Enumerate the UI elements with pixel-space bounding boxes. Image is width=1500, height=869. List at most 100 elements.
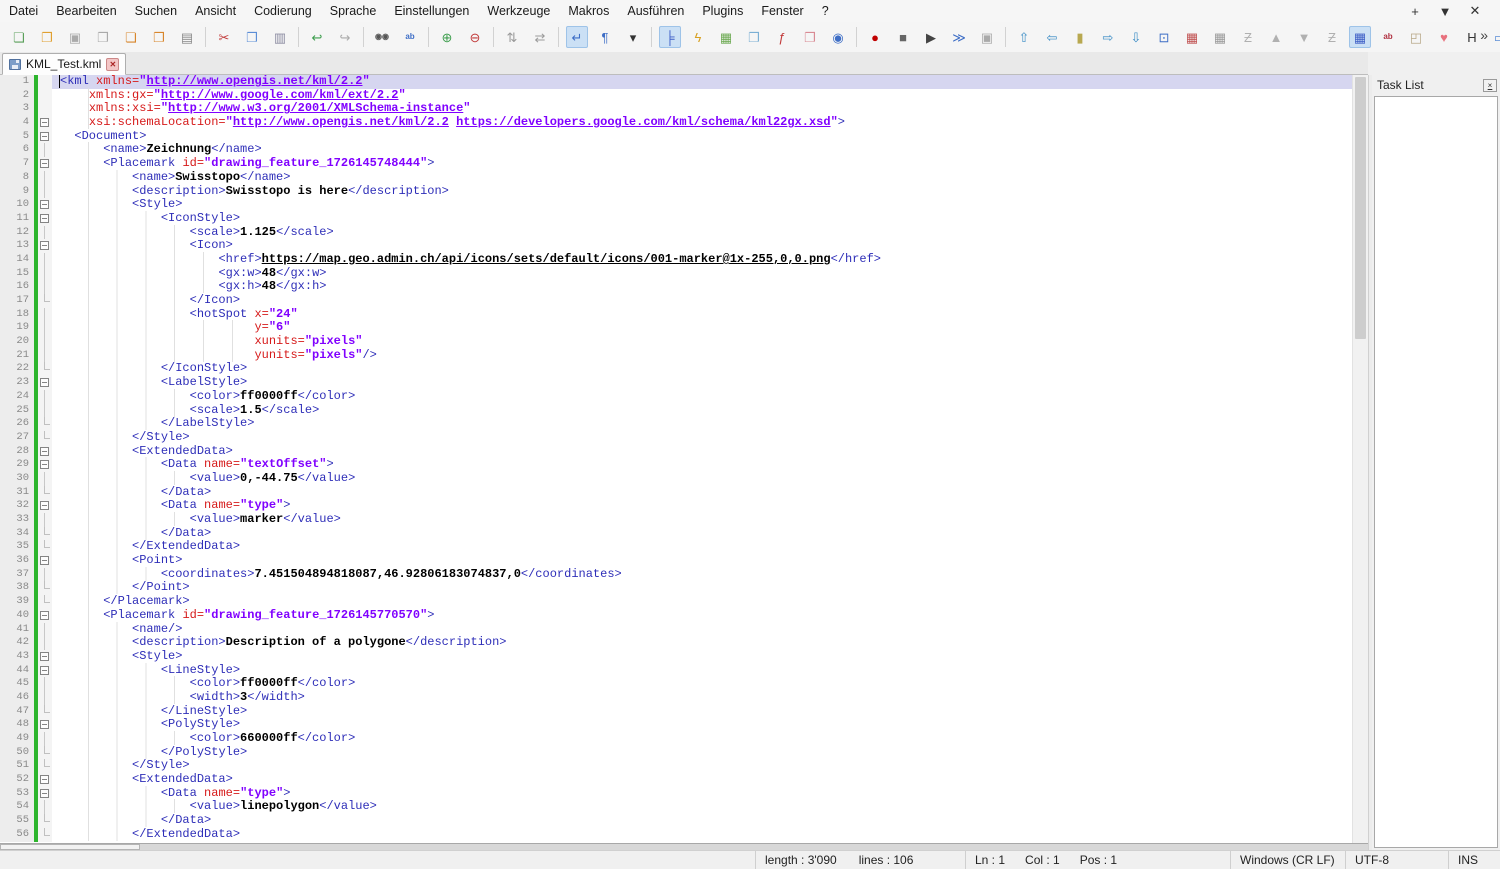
code-line[interactable]: 5 <Document>	[0, 130, 1352, 144]
zoom-out-icon[interactable]: ⊖	[464, 26, 486, 48]
fold-collapse-icon[interactable]	[38, 130, 52, 144]
code-line[interactable]: 19 y="6"	[0, 321, 1352, 335]
menu-werkzeuge[interactable]: Werkzeuge	[478, 1, 559, 21]
code-line[interactable]: 22 </IconStyle>	[0, 362, 1352, 376]
code-line[interactable]: 52 <ExtendedData>	[0, 773, 1352, 787]
code-line[interactable]: 37 <coordinates>7.451504894818087,46.928…	[0, 568, 1352, 582]
code-line[interactable]: 7 <Placemark id="drawing_feature_1726145…	[0, 157, 1352, 171]
fold-collapse-icon[interactable]	[38, 198, 52, 212]
code-line[interactable]: 9 <description>Swisstopo is here</descri…	[0, 185, 1352, 199]
replace-icon[interactable]: ab	[399, 26, 421, 48]
code-line[interactable]: 15 <gx:w>48</gx:w>	[0, 267, 1352, 281]
new-file-icon[interactable]: ❏	[8, 26, 30, 48]
code-line[interactable]: 10 <Style>	[0, 198, 1352, 212]
menu-fenster[interactable]: Fenster	[752, 1, 812, 21]
nav-forward-icon[interactable]: ⇨	[1097, 26, 1119, 48]
add-tab-button[interactable]: +	[1400, 4, 1430, 19]
code-line[interactable]: 11 <IconStyle>	[0, 212, 1352, 226]
fold-collapse-icon[interactable]	[38, 609, 52, 623]
code-line[interactable]: 1<kml xmlns="http://www.opengis.net/kml/…	[0, 75, 1352, 89]
code-line[interactable]: 13 <Icon>	[0, 239, 1352, 253]
book-icon[interactable]: ▮	[1069, 26, 1091, 48]
csv-lint-icon[interactable]: ▦	[1349, 26, 1371, 48]
menu-plugins[interactable]: Plugins	[693, 1, 752, 21]
document-list-icon[interactable]: ❐	[743, 26, 765, 48]
fold-collapse-icon[interactable]	[38, 157, 52, 171]
menu-einstellungen[interactable]: Einstellungen	[385, 1, 478, 21]
save-icon[interactable]: ▣	[64, 26, 86, 48]
zoom-in-icon[interactable]: ⊕	[436, 26, 458, 48]
triangle-down-icon[interactable]: ▼	[1293, 26, 1315, 48]
indent-guide-icon[interactable]: ╞	[659, 26, 681, 48]
code-line[interactable]: 51 </Style>	[0, 759, 1352, 773]
code-line[interactable]: 42 <description>Description of a polygon…	[0, 636, 1352, 650]
menu-bearbeiten[interactable]: Bearbeiten	[47, 1, 125, 21]
code-line[interactable]: 39 </Placemark>	[0, 595, 1352, 609]
paste-icon[interactable]: ▥	[269, 26, 291, 48]
stop-macro-icon[interactable]: ■	[892, 26, 914, 48]
image-icon[interactable]: ▭	[1489, 26, 1500, 48]
redo-icon[interactable]: ↪	[334, 26, 356, 48]
code-line[interactable]: 50 </PolyStyle>	[0, 746, 1352, 760]
code-line[interactable]: 17 </Icon>	[0, 294, 1352, 308]
monitoring-eye-icon[interactable]: ◉	[827, 26, 849, 48]
fold-collapse-icon[interactable]	[38, 787, 52, 801]
panel-close-icon[interactable]: ×	[1483, 79, 1497, 92]
code-line[interactable]: 46 <width>3</width>	[0, 691, 1352, 705]
code-line[interactable]: 30 <value>0,-44.75</value>	[0, 472, 1352, 486]
play-macro-icon[interactable]: ▶	[920, 26, 942, 48]
task-list-content[interactable]	[1374, 96, 1498, 848]
window-preview-icon[interactable]: ◰	[1405, 26, 1427, 48]
code-line[interactable]: 56 </ExtendedData>	[0, 828, 1352, 842]
code-line[interactable]: 32 <Data name="type">	[0, 499, 1352, 513]
function-list-icon[interactable]: ƒ	[771, 26, 793, 48]
code-line[interactable]: 40 <Placemark id="drawing_feature_172614…	[0, 609, 1352, 623]
tab-kml-test[interactable]: KML_Test.kml ✕	[2, 53, 126, 75]
color-table-icon[interactable]: ▦	[1181, 26, 1203, 48]
code-line[interactable]: 31 </Data>	[0, 486, 1352, 500]
code-line[interactable]: 55 </Data>	[0, 814, 1352, 828]
word-wrap-icon[interactable]: ↵	[566, 26, 588, 48]
toolbar-overflow-chevron-icon[interactable]: »	[1480, 27, 1488, 43]
sync-vertical-scroll-icon[interactable]: ⇅	[501, 26, 523, 48]
heart-icon[interactable]: ♥	[1433, 26, 1455, 48]
copy-icon[interactable]: ❐	[241, 26, 263, 48]
code-line[interactable]: 23 <LabelStyle>	[0, 376, 1352, 390]
save-macro-icon[interactable]: ▣	[976, 26, 998, 48]
tab-close-icon[interactable]: ✕	[106, 58, 119, 71]
code-line[interactable]: 25 <scale>1.5</scale>	[0, 404, 1352, 418]
code-line[interactable]: 21 yunits="pixels"/>	[0, 349, 1352, 363]
code-line[interactable]: 28 <ExtendedData>	[0, 445, 1352, 459]
open-file-icon[interactable]: ❐	[36, 26, 58, 48]
code-line[interactable]: 16 <gx:h>48</gx:h>	[0, 280, 1352, 294]
code-line[interactable]: 4 xsi:schemaLocation="http://www.opengis…	[0, 116, 1352, 130]
menu-suchen[interactable]: Suchen	[126, 1, 186, 21]
menu-?[interactable]: ?	[813, 1, 838, 21]
menu-ausfhren[interactable]: Ausführen	[618, 1, 693, 21]
menu-ansicht[interactable]: Ansicht	[186, 1, 245, 21]
code-line[interactable]: 18 <hotSpot x="24"	[0, 308, 1352, 322]
code-line[interactable]: 49 <color>660000ff</color>	[0, 732, 1352, 746]
close-all-icon[interactable]: ❐	[148, 26, 170, 48]
cut-icon[interactable]: ✂	[213, 26, 235, 48]
code-line[interactable]: 44 <LineStyle>	[0, 664, 1352, 678]
expand-fold-icon[interactable]: Ƶ	[1321, 26, 1343, 48]
code-line[interactable]: 14 <href>https://map.geo.admin.ch/api/ic…	[0, 253, 1352, 267]
code-line[interactable]: 34 </Data>	[0, 527, 1352, 541]
code-area[interactable]: 1<kml xmlns="http://www.opengis.net/kml/…	[0, 75, 1352, 843]
fold-collapse-icon[interactable]	[38, 554, 52, 568]
vertical-scrollbar[interactable]	[1352, 75, 1368, 843]
user-defined-language-icon[interactable]: ϟ	[687, 26, 709, 48]
code-line[interactable]: 2 xmlns:gx="http://www.google.com/kml/ex…	[0, 89, 1352, 103]
code-line[interactable]: 27 </Style>	[0, 431, 1352, 445]
code-line[interactable]: 47 </LineStyle>	[0, 705, 1352, 719]
print-icon[interactable]: ▤	[176, 26, 198, 48]
fold-collapse-icon[interactable]	[38, 445, 52, 459]
horizontal-scrollbar-thumb[interactable]	[0, 844, 140, 850]
save-all-icon[interactable]: ❐	[92, 26, 114, 48]
chevron-down-icon[interactable]: ▾	[622, 26, 644, 48]
code-line[interactable]: 20 xunits="pixels"	[0, 335, 1352, 349]
nav-back-icon[interactable]: ⇦	[1041, 26, 1063, 48]
fold-collapse-icon[interactable]	[38, 458, 52, 472]
code-line[interactable]: 8 <name>Swisstopo</name>	[0, 171, 1352, 185]
